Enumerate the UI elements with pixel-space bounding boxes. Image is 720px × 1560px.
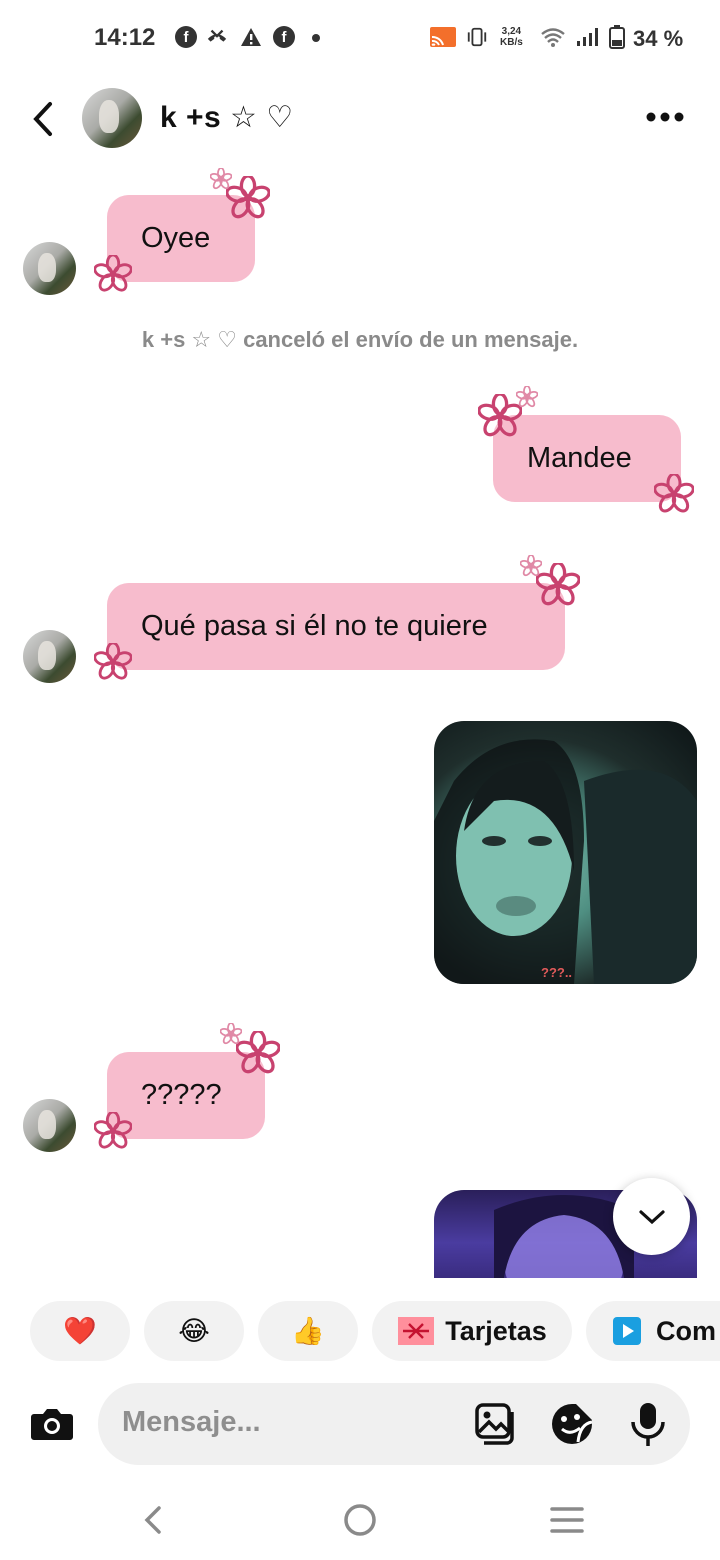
react-laugh-button[interactable]: 😂 <box>144 1301 244 1361</box>
nav-home-button[interactable] <box>342 1502 378 1538</box>
gallery-button[interactable] <box>474 1402 518 1446</box>
thumbs-up-icon: 👍 <box>291 1316 325 1346</box>
more-notifications-dot <box>312 34 320 42</box>
more-chip-button[interactable]: Com <box>586 1301 720 1361</box>
status-bar: 14:12 f f 3,24 KB/s 34 % <box>0 0 720 78</box>
camera-button[interactable] <box>28 1400 76 1448</box>
sender-avatar[interactable] <box>23 630 76 683</box>
laughing-face-icon: 😂 <box>178 1315 210 1346</box>
message-text: ????? <box>141 1079 222 1111</box>
flower-sticker-icon <box>236 1031 280 1075</box>
gallery-icon <box>475 1403 514 1445</box>
camera-icon <box>31 1409 73 1440</box>
network-speed: 3,24 KB/s <box>500 26 523 48</box>
speed-value: 3,24 <box>501 26 522 37</box>
battery-icon <box>608 25 626 49</box>
small-flower-icon <box>210 168 232 190</box>
nav-home-icon <box>344 1504 376 1536</box>
chevron-down-icon <box>638 1209 665 1224</box>
missed-call-icon <box>206 26 228 48</box>
scroll-to-bottom-button[interactable] <box>613 1178 690 1255</box>
photo-image <box>434 739 697 984</box>
gift-card-icon <box>398 1317 435 1345</box>
message-bubble-received[interactable]: Qué pasa si él no te quiere <box>107 583 565 670</box>
vibrate-icon <box>466 26 488 48</box>
sender-avatar[interactable] <box>23 242 76 295</box>
message-text: Oyee <box>141 222 211 254</box>
speed-unit: KB/s <box>500 37 523 48</box>
facebook-icon: f <box>273 26 295 48</box>
photo-message[interactable]: ???.. <box>434 721 697 984</box>
clock: 14:12 <box>94 24 156 51</box>
flower-sticker-icon <box>94 255 132 293</box>
nav-back-icon <box>144 1506 161 1534</box>
sticker-icon <box>552 1404 593 1444</box>
more-options-button[interactable] <box>640 102 690 132</box>
chat-header <box>0 78 720 168</box>
more-chip-label: Com <box>656 1315 716 1346</box>
small-flower-icon <box>520 555 542 577</box>
nav-recents-button[interactable] <box>549 1504 585 1536</box>
flower-sticker-icon <box>94 1112 132 1150</box>
sticker-button[interactable] <box>550 1402 594 1446</box>
photo-caption: ???.. <box>541 965 573 980</box>
flower-sticker-icon <box>536 563 580 607</box>
more-dots-icon <box>646 112 684 122</box>
small-flower-icon <box>516 386 538 408</box>
system-navigation-bar <box>0 1480 720 1560</box>
signal-icon <box>576 26 600 48</box>
nav-menu-icon <box>550 1507 584 1533</box>
warning-icon <box>240 26 262 48</box>
battery-percent: 34 % <box>633 26 684 51</box>
flower-sticker-icon <box>94 643 132 681</box>
cards-label: Tarjetas <box>445 1315 547 1346</box>
cards-button[interactable]: Tarjetas <box>372 1301 572 1361</box>
message-input-placeholder: Mensaje... <box>122 1406 261 1438</box>
back-arrow-icon <box>33 102 52 136</box>
cast-icon <box>428 26 458 48</box>
flower-sticker-icon <box>654 474 694 514</box>
small-flower-icon <box>220 1023 242 1045</box>
flower-sticker-icon <box>226 176 270 220</box>
contact-avatar[interactable] <box>82 88 142 148</box>
nav-back-button[interactable] <box>138 1502 170 1538</box>
react-thumbs-up-button[interactable]: 👍 <box>258 1301 358 1361</box>
react-heart-button[interactable]: ❤️ <box>30 1301 130 1361</box>
play-icon <box>613 1317 641 1345</box>
wifi-icon <box>540 26 566 48</box>
contact-name[interactable]: k +s ☆ ♡ <box>160 100 294 135</box>
heart-icon: ❤️ <box>63 1316 97 1346</box>
message-text: Qué pasa si él no te quiere <box>141 610 488 642</box>
system-message: k +s ☆ ♡ canceló el envío de un mensaje. <box>141 327 579 352</box>
voice-message-button[interactable] <box>626 1400 670 1448</box>
back-button[interactable] <box>24 98 64 140</box>
sender-avatar[interactable] <box>23 1099 76 1152</box>
message-text: Mandee <box>527 442 632 474</box>
microphone-icon <box>631 1403 665 1446</box>
facebook-icon: f <box>175 26 197 48</box>
